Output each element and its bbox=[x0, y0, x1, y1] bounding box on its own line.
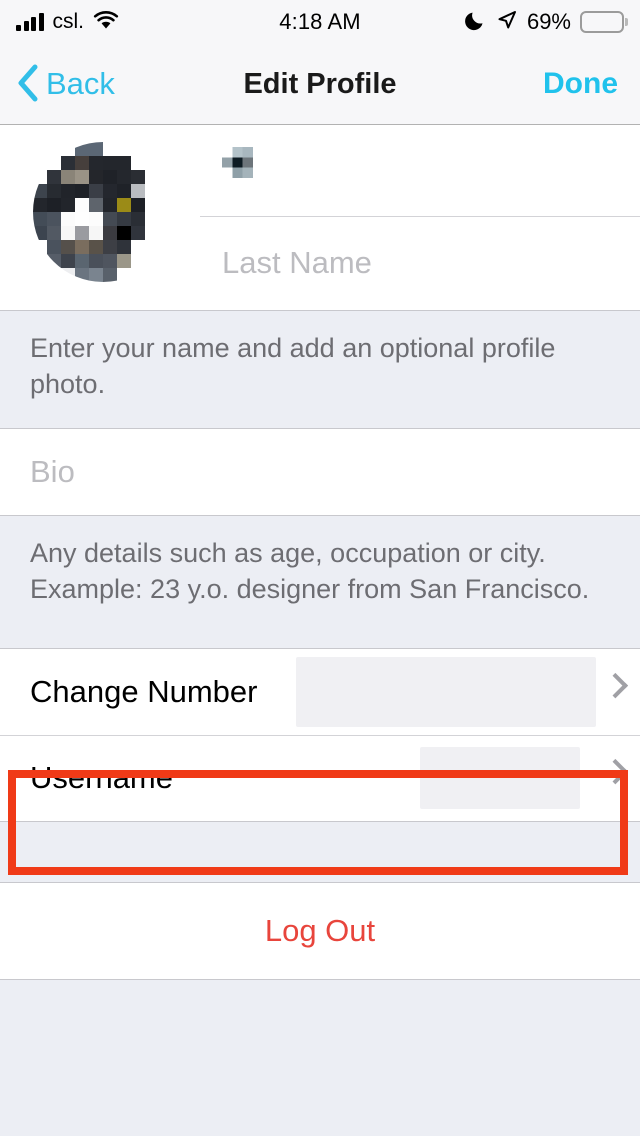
edit-profile-screen: csl. 4:18 AM 69% Back Edit Profile Done bbox=[0, 0, 640, 1136]
status-bar-right: 69% bbox=[465, 9, 624, 36]
carrier-label: csl. bbox=[52, 10, 85, 33]
location-arrow-icon bbox=[496, 9, 518, 36]
last-name-row[interactable]: Last Name bbox=[200, 217, 640, 309]
first-name-row[interactable] bbox=[200, 125, 640, 217]
status-bar-left: csl. bbox=[16, 10, 119, 35]
back-button[interactable]: Back bbox=[0, 63, 115, 106]
name-section: Last Name bbox=[0, 125, 640, 310]
done-button[interactable]: Done bbox=[543, 67, 618, 101]
navigation-bar: Back Edit Profile Done bbox=[0, 44, 640, 125]
wifi-icon bbox=[93, 10, 119, 35]
chevron-right-icon bbox=[602, 672, 629, 698]
name-fields: Last Name bbox=[200, 125, 640, 310]
chevron-left-icon bbox=[16, 63, 40, 106]
bottom-spacer bbox=[0, 978, 640, 1099]
battery-percent-label: 69% bbox=[526, 9, 571, 34]
status-bar: csl. 4:18 AM 69% bbox=[0, 0, 640, 44]
settings-group: Change Number Username bbox=[0, 648, 640, 821]
chevron-right-icon bbox=[602, 758, 629, 784]
last-name-input[interactable]: Last Name bbox=[200, 245, 372, 281]
change-number-redacted-value bbox=[296, 656, 596, 727]
row-change-number-label: Change Number bbox=[30, 673, 258, 709]
profile-photo-avatar[interactable] bbox=[33, 142, 173, 282]
logout-label: Log Out bbox=[264, 912, 376, 948]
name-section-note: Enter your name and add an optional prof… bbox=[0, 310, 640, 430]
row-change-number[interactable]: Change Number bbox=[0, 648, 640, 735]
signal-bars-icon bbox=[16, 13, 44, 31]
bio-row[interactable]: Bio bbox=[0, 429, 640, 516]
back-button-label: Back bbox=[46, 66, 115, 101]
battery-icon bbox=[580, 11, 624, 33]
bio-input[interactable]: Bio bbox=[0, 454, 75, 490]
row-username-label: Username bbox=[30, 759, 173, 795]
first-name-redacted-value bbox=[222, 147, 253, 178]
username-redacted-value bbox=[420, 746, 580, 809]
bio-section-note: Any details such as age, occupation or c… bbox=[0, 515, 640, 649]
row-username[interactable]: Username bbox=[0, 734, 640, 821]
logout-button[interactable]: Log Out bbox=[0, 882, 640, 979]
moon-icon bbox=[465, 9, 487, 36]
avatar-pixelated-image bbox=[33, 142, 173, 282]
row-divider bbox=[0, 734, 640, 736]
section-spacer bbox=[0, 820, 640, 883]
